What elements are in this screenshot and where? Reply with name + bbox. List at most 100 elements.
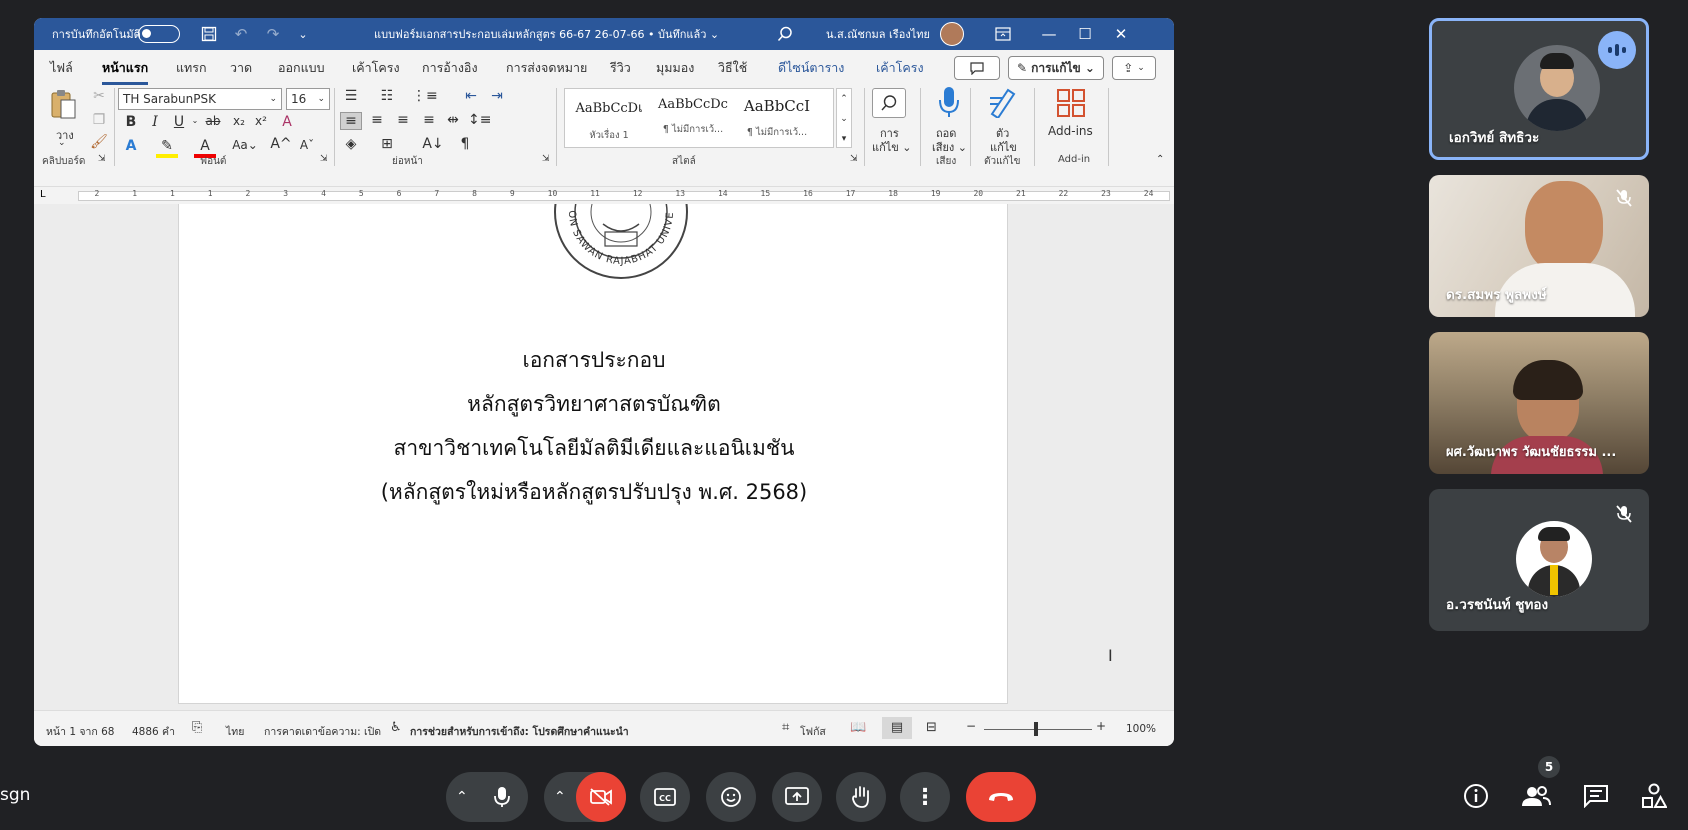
- paste-button[interactable]: [48, 88, 80, 128]
- leave-call-button[interactable]: [966, 772, 1036, 822]
- align-right-icon[interactable]: ≡: [392, 112, 414, 128]
- collapse-ribbon-icon[interactable]: ⌃: [1156, 154, 1164, 165]
- more-options-button[interactable]: ⋮: [900, 772, 950, 822]
- align-left-icon[interactable]: ≡: [340, 112, 362, 130]
- doc-line-1[interactable]: เอกสารประกอบ: [179, 344, 1009, 377]
- find-button[interactable]: [872, 88, 906, 118]
- zoom-level[interactable]: 100%: [1126, 723, 1156, 735]
- share-button[interactable]: ⇪ ⌄: [1112, 56, 1156, 80]
- tab-review[interactable]: รีวิว: [610, 58, 631, 78]
- addins-button[interactable]: [1056, 88, 1086, 121]
- tab-references[interactable]: การอ้างอิง: [422, 58, 478, 78]
- raise-hand-button[interactable]: [836, 772, 886, 822]
- sort-icon[interactable]: A↓: [422, 136, 444, 152]
- shading-icon[interactable]: ◈: [340, 136, 362, 152]
- microphone-icon[interactable]: [482, 777, 522, 817]
- copy-icon[interactable]: ❐: [88, 112, 110, 128]
- strikethrough-icon[interactable]: ab: [202, 114, 224, 128]
- undo-icon[interactable]: ↶: [228, 18, 254, 50]
- web-layout-icon[interactable]: ⊟: [926, 720, 937, 735]
- focus-icon[interactable]: ⌗: [782, 720, 789, 735]
- font-launcher-icon[interactable]: ⇲: [320, 154, 328, 164]
- cut-icon[interactable]: ✂: [88, 88, 110, 104]
- proofing-icon[interactable]: ⎘: [192, 720, 202, 735]
- italic-icon[interactable]: I: [144, 114, 166, 130]
- doc-line-3[interactable]: สาขาวิชาเทคโนโลยีมัลติมีเดียและแอนิเมชัน: [179, 432, 1009, 465]
- styles-launcher-icon[interactable]: ⇲: [850, 154, 858, 164]
- camera-off-icon[interactable]: [576, 772, 626, 822]
- ruler[interactable]: L 2 1 1 1 2 3 4 5 6 7 8 9 10 11 12 13 14 15 16 17 18 19 20 21 22…: [34, 186, 1174, 204]
- tab-selector-icon[interactable]: L: [40, 189, 46, 200]
- search-icon[interactable]: [772, 18, 798, 50]
- tab-layout[interactable]: เค้าโครง: [352, 58, 400, 78]
- text-effects-icon[interactable]: A: [120, 138, 142, 154]
- participant-tile-2[interactable]: ดร.สมพร พูลพงษ์: [1429, 175, 1649, 317]
- zoom-in-icon[interactable]: +: [1096, 719, 1106, 733]
- tab-mailings[interactable]: การส่งจดหมาย: [506, 58, 587, 78]
- justify-icon[interactable]: ≡: [418, 112, 440, 128]
- styles-scroll[interactable]: ⌃ ⌄ ▾: [836, 88, 852, 148]
- language[interactable]: ไทย: [226, 723, 244, 740]
- increase-indent-icon[interactable]: ⇥: [486, 88, 508, 104]
- shrink-font-icon[interactable]: Aˇ: [296, 138, 318, 152]
- participant-tile-4[interactable]: อ.วรชนันท์ ชูทอง: [1429, 489, 1649, 631]
- user-name[interactable]: น.ส.ณัชกมล เรืองไทย: [826, 18, 930, 50]
- microphone-control[interactable]: ⌃: [446, 772, 528, 822]
- align-center-icon[interactable]: ≡: [366, 112, 388, 128]
- dictate-button[interactable]: [938, 86, 960, 121]
- accessibility-icon[interactable]: ♿: [390, 720, 402, 735]
- styles-gallery[interactable]: AaBbCcDเ หัวเรื่อง 1 AaBbCcDc ¶ ไม่มีการเว…: [564, 88, 834, 148]
- clipboard-launcher-icon[interactable]: ⇲: [98, 154, 106, 164]
- captions-button[interactable]: CC: [640, 772, 690, 822]
- line-spacing-icon[interactable]: ↕≡: [468, 112, 491, 128]
- focus-label[interactable]: โฟกัส: [800, 723, 826, 740]
- grow-font-icon[interactable]: A^: [270, 136, 292, 152]
- meeting-info-button[interactable]: [1458, 778, 1494, 814]
- style-no-spacing-1[interactable]: AaBbCcDc ¶ ไม่มีการเว้...: [653, 97, 733, 137]
- borders-icon[interactable]: ⊞: [376, 136, 398, 152]
- people-button[interactable]: 5: [1518, 756, 1560, 814]
- print-layout-icon[interactable]: ▤: [882, 717, 912, 739]
- distributed-icon[interactable]: ⇹: [442, 112, 464, 128]
- decrease-indent-icon[interactable]: ⇤: [460, 88, 482, 104]
- editing-dropdown[interactable]: แก้ไข ⌄: [872, 138, 912, 156]
- numbering-icon[interactable]: ☷: [376, 88, 398, 104]
- comments-button[interactable]: [954, 56, 1000, 80]
- user-avatar[interactable]: [940, 22, 964, 46]
- paragraph-launcher-icon[interactable]: ⇲: [542, 154, 550, 164]
- font-name-select[interactable]: TH SarabunPSK ⌄: [118, 88, 282, 110]
- text-prediction[interactable]: การคาดเดาข้อความ: เปิด: [264, 723, 381, 740]
- zoom-out-icon[interactable]: −: [966, 719, 976, 733]
- bold-icon[interactable]: B: [120, 114, 142, 130]
- maximize-icon[interactable]: ☐: [1072, 18, 1098, 50]
- read-mode-icon[interactable]: 📖: [850, 720, 866, 735]
- change-case-icon[interactable]: Aa⌄: [230, 138, 260, 152]
- style-no-spacing-2[interactable]: AaBbCcI ¶ ไม่มีการเว้...: [737, 97, 817, 140]
- tab-insert[interactable]: แทรก: [176, 58, 207, 78]
- participant-tile-1[interactable]: เอกวิทย์ สิทธิวะ: [1429, 18, 1649, 160]
- word-count[interactable]: 4886 คำ: [132, 723, 175, 740]
- document-title[interactable]: แบบฟอร์มเอกสารประกอบเล่มหลักสูตร 66-67 2…: [374, 18, 719, 50]
- tab-table-design[interactable]: ดีไซน์ตาราง: [778, 58, 844, 78]
- redo-icon[interactable]: ↷: [260, 18, 286, 50]
- minimize-icon[interactable]: —: [1036, 18, 1062, 50]
- ribbon-display-icon[interactable]: [990, 18, 1016, 50]
- font-size-select[interactable]: 16 ⌄: [286, 88, 330, 110]
- editor-button[interactable]: [988, 86, 1016, 121]
- tab-table-layout[interactable]: เค้าโครง: [876, 58, 924, 78]
- customize-toolbar-icon[interactable]: ⌄: [290, 18, 316, 50]
- save-icon[interactable]: [196, 18, 222, 50]
- superscript-icon[interactable]: x²: [250, 114, 272, 128]
- autosave-toggle[interactable]: [138, 25, 180, 43]
- doc-line-4[interactable]: (หลักสูตรใหม่หรือหลักสูตรปรับปรุง พ.ศ. 2…: [179, 476, 1009, 509]
- document-area[interactable]: NAKHON SAWAN RAJABHAT UNIVERSITY เอกสารป…: [34, 204, 1174, 710]
- bullets-icon[interactable]: ☰: [340, 88, 362, 104]
- present-button[interactable]: [772, 772, 822, 822]
- subscript-icon[interactable]: x₂: [228, 114, 250, 128]
- doc-line-2[interactable]: หลักสูตรวิทยาศาสตรบัณฑิต: [179, 388, 1009, 421]
- document-page[interactable]: NAKHON SAWAN RAJABHAT UNIVERSITY เอกสารป…: [178, 204, 1008, 704]
- tab-view[interactable]: มุมมอง: [656, 58, 694, 78]
- paste-dropdown-icon[interactable]: ⌄: [58, 138, 66, 148]
- participant-tile-3[interactable]: ผศ.วัฒนาพร วัฒนชัยธรรม ...: [1429, 332, 1649, 474]
- tab-draw[interactable]: วาด: [230, 58, 252, 78]
